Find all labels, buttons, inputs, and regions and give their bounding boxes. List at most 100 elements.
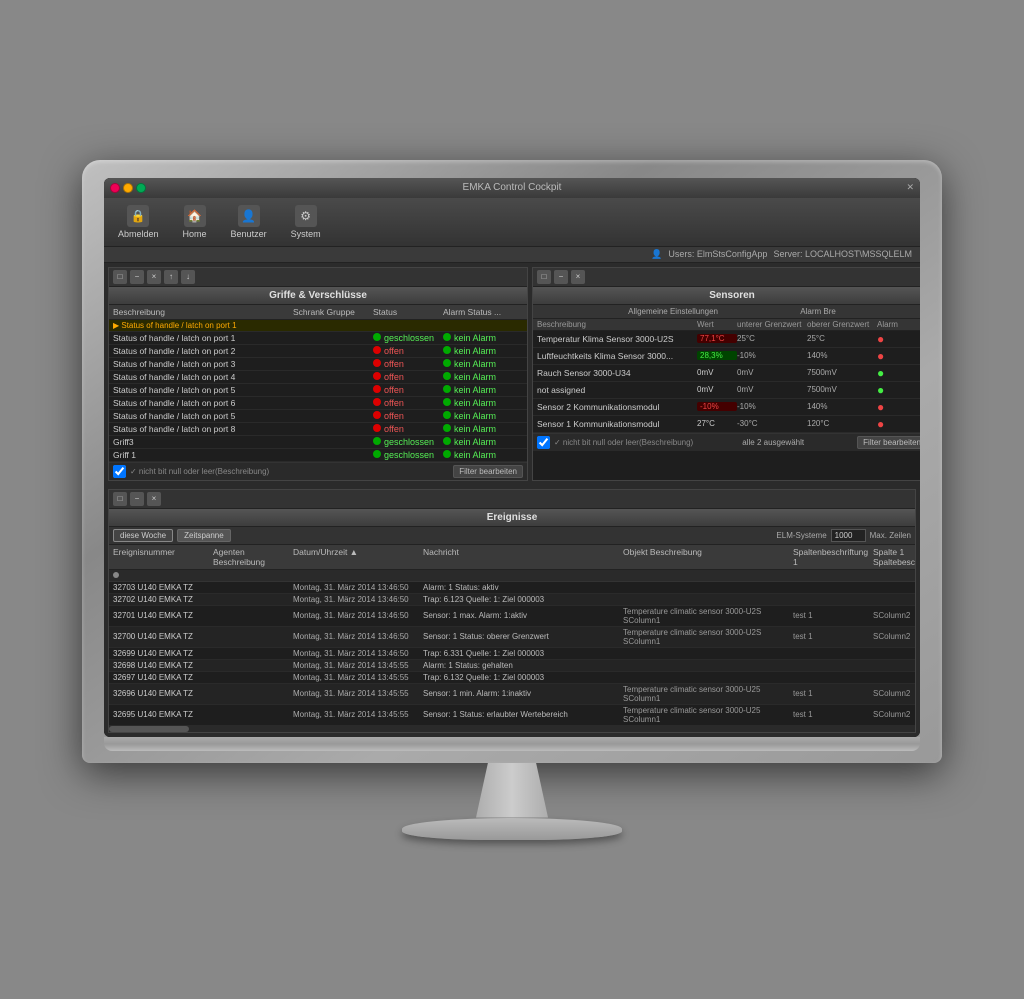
- monitor-stand-neck: [472, 763, 552, 818]
- tb-btn-5[interactable]: ↓: [181, 270, 195, 284]
- status-dot: [373, 346, 381, 354]
- e-sp2: SColumn2: [873, 689, 920, 698]
- sensoren-filter-btn[interactable]: Filter bearbeiten: [857, 436, 920, 449]
- horizontal-scrollbar[interactable]: [109, 726, 915, 732]
- sensor-oberer: 7500mV: [807, 368, 877, 377]
- e-nr: 32703 U140 EMKA TZ: [113, 583, 213, 592]
- minimize-button[interactable]: [123, 183, 133, 193]
- window-controls: [110, 183, 146, 193]
- sensor-unterer: 25°C: [737, 334, 807, 343]
- maximize-button[interactable]: [136, 183, 146, 193]
- alarm-dot: [443, 411, 451, 419]
- sensoren-panel: □ − × Sensoren Allgemeine Einstellungen …: [532, 267, 920, 481]
- griffe-status: geschlossen: [373, 333, 443, 343]
- tb-btn-4[interactable]: ↑: [164, 270, 178, 284]
- e-sp2: SColumn2: [873, 611, 920, 620]
- griffe-row: Status of handle / latch on port 5 offen…: [109, 384, 527, 397]
- griffe-alarm: kein Alarm: [443, 333, 523, 343]
- griffe-filter-checkbox[interactable]: [113, 465, 126, 478]
- sensoren-filter-checkbox[interactable]: [537, 436, 550, 449]
- benutzer-label: Benutzer: [231, 229, 267, 239]
- elm-input[interactable]: [831, 529, 866, 542]
- tb-btn-1[interactable]: □: [113, 270, 127, 284]
- e-datum: Montag, 31. März 2014 13:45:55: [293, 689, 423, 698]
- sensor-wert: 0mV: [697, 368, 737, 377]
- stb-btn-2[interactable]: −: [554, 270, 568, 284]
- system-label: System: [291, 229, 321, 239]
- griffe-row: Status of handle / latch on port 1 gesch…: [109, 332, 527, 345]
- sensor-wert: 28,3%: [697, 351, 737, 360]
- alarm-dot: [443, 346, 451, 354]
- period-timespan[interactable]: Zeitspanne: [177, 529, 231, 542]
- s-col-oberer: oberer Grenzwert: [807, 320, 877, 329]
- stb-btn-1[interactable]: □: [537, 270, 551, 284]
- griffe-alarm: kein Alarm: [443, 450, 523, 460]
- etb-btn-2[interactable]: −: [130, 492, 144, 506]
- griffe-filter-btn[interactable]: Filter bearbeiten: [453, 465, 523, 478]
- alarm-dot: [443, 372, 451, 380]
- monitor-stand-base: [402, 818, 622, 840]
- griffe-desc: Status of handle / latch on port 8: [113, 424, 293, 434]
- e-nr: 32700 U140 EMKA TZ: [113, 632, 213, 641]
- sensoren-settings-bar: Allgemeine Einstellungen Alarm Bre: [533, 305, 920, 319]
- s-col-alarm: Alarm: [877, 320, 920, 329]
- abmelden-icon: 🔒: [127, 205, 149, 227]
- elm-label: ELM-Systeme: [776, 531, 826, 540]
- ereignisse-toolbar: □ − ×: [109, 490, 915, 509]
- e-col-msg: Nachricht: [423, 547, 623, 567]
- e-msg: Trap: 6.331 Quelle: 1: Ziel 000003: [423, 649, 623, 658]
- toolbar-abmelden[interactable]: 🔒 Abmelden: [112, 202, 165, 242]
- griffe-desc: Status of handle / latch on port 5: [113, 411, 293, 421]
- ereignisse-title: Ereignisse: [487, 512, 538, 523]
- e-msg: Alarm: 1 Status: gehalten: [423, 661, 623, 670]
- griffe-row: Status of handle / latch on port 8 offen…: [109, 423, 527, 436]
- home-label: Home: [183, 229, 207, 239]
- sensor-oberer: 25°C: [807, 334, 877, 343]
- e-msg: Trap: 6.123 Quelle: 1: Ziel 000003: [423, 595, 623, 604]
- ereignisse-row-indicator: [109, 570, 915, 582]
- e-col-datum: Datum/Uhrzeit ▲: [293, 547, 423, 567]
- e-col-obj: Objekt Beschreibung: [623, 547, 793, 567]
- griffe-desc: Status of handle / latch on port 3: [113, 359, 293, 369]
- application: EMKA Control Cockpit ✕ 🔒 Abmelden 🏠 Home: [104, 178, 920, 737]
- scrollbar-thumb[interactable]: [109, 726, 189, 732]
- close-button[interactable]: [110, 183, 120, 193]
- griffe-status: offen: [373, 398, 443, 408]
- griffe-title: Griffe & Verschlüsse: [269, 290, 367, 301]
- griffe-filter-label: ✓ nicht bit null oder leer(Beschreibung): [130, 467, 269, 476]
- e-datum: Montag, 31. März 2014 13:45:55: [293, 661, 423, 670]
- sensor-row: Luftfeuchtkeits Klima Sensor 3000... 28,…: [533, 348, 920, 365]
- s-col-desc: Beschreibung: [537, 320, 697, 329]
- e-nr: 32699 U140 EMKA TZ: [113, 649, 213, 658]
- sensor-alarm-dot: ●: [877, 366, 920, 380]
- period-this-week[interactable]: diese Woche: [113, 529, 173, 542]
- sensor-row: Sensor 1 Kommunikationsmodul 27°C -30°C …: [533, 416, 920, 433]
- tb-btn-2[interactable]: −: [130, 270, 144, 284]
- griffe-group-header: ▶ Status of handle / latch on port 1: [109, 320, 527, 332]
- e-datum: Montag, 31. März 2014 13:46:50: [293, 632, 423, 641]
- toolbar-home[interactable]: 🏠 Home: [177, 202, 213, 242]
- toolbar-benutzer[interactable]: 👤 Benutzer: [225, 202, 273, 242]
- etb-btn-3[interactable]: ×: [147, 492, 161, 506]
- user-bar: 👤 Users: ElmStsConfigApp Server: LOCALHO…: [104, 247, 920, 263]
- griffe-row: Status of handle / latch on port 4 offen…: [109, 371, 527, 384]
- toolbar-system[interactable]: ⚙ System: [285, 202, 327, 242]
- e-nr: 32701 U140 EMKA TZ: [113, 611, 213, 620]
- griffe-row: Status of handle / latch on port 2 offen…: [109, 345, 527, 358]
- status-dot: [373, 411, 381, 419]
- etb-btn-1[interactable]: □: [113, 492, 127, 506]
- sensor-desc: Rauch Sensor 3000-U34: [537, 368, 697, 378]
- tb-btn-3[interactable]: ×: [147, 270, 161, 284]
- stb-btn-3[interactable]: ×: [571, 270, 585, 284]
- e-msg: Sensor: 1 max. Alarm: 1:aktiv: [423, 611, 623, 620]
- status-dot: [373, 333, 381, 341]
- window-close-x[interactable]: ✕: [906, 182, 914, 193]
- griffe-alarm: kein Alarm: [443, 411, 523, 421]
- alarm-dot: [443, 333, 451, 341]
- sensor-alarm-dot: ●: [877, 417, 920, 431]
- sensoren-subheader: Beschreibung Wert unterer Grenzwert ober…: [533, 319, 920, 331]
- ereignisse-bottom-toolbar: diese Woche Zeitspanne ELM-Systeme Max. …: [109, 527, 915, 545]
- ereignisse-row: 32701 U140 EMKA TZ Montag, 31. März 2014…: [109, 606, 915, 627]
- sensor-wert: 0mV: [697, 385, 737, 394]
- griffe-status: geschlossen: [373, 437, 443, 447]
